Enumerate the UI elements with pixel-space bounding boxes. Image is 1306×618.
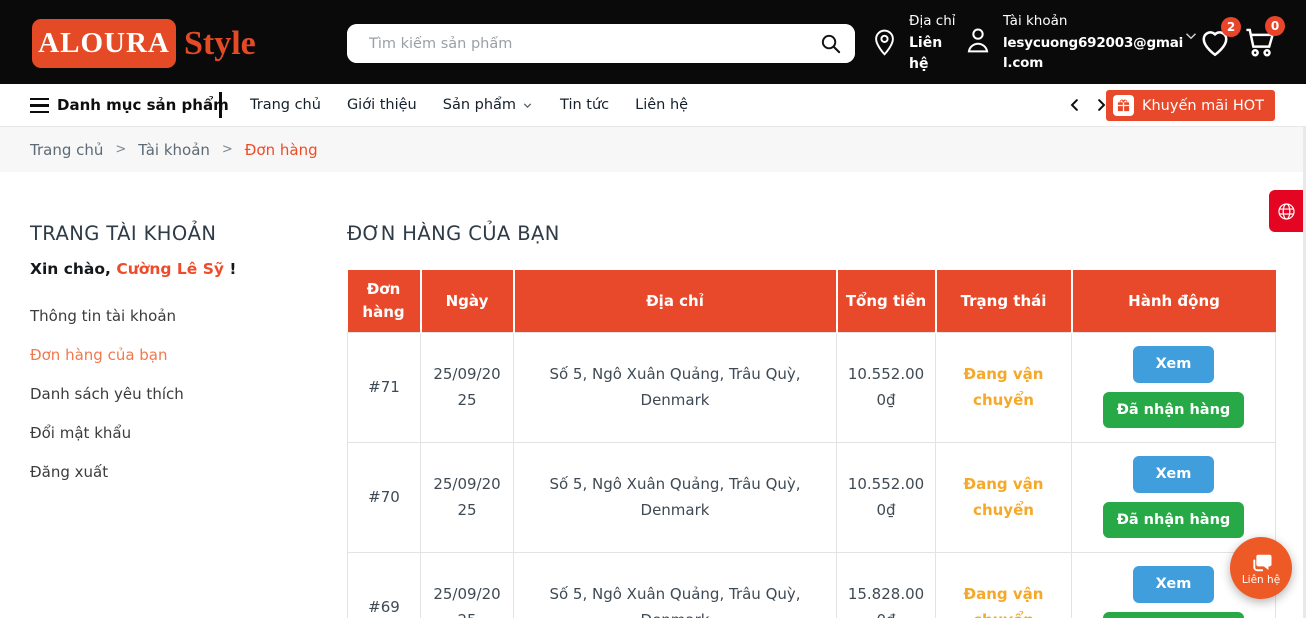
search-bar	[347, 24, 855, 63]
sidebar-item-account-info[interactable]: Thông tin tài khoản	[30, 307, 330, 325]
globe-icon	[1276, 201, 1297, 222]
contact-text: Địa chỉ Liên hệ	[909, 13, 956, 75]
breadcrumb: Trang chủ > Tài khoản > Đơn hàng	[0, 127, 1306, 172]
order-address: Số 5, Ngô Xuân Quảng, Trâu Quỳ, Denmark	[514, 552, 837, 618]
sidebar-menu: Thông tin tài khoản Đơn hàng của bạn Dan…	[30, 307, 330, 481]
view-order-button[interactable]: Xem	[1133, 566, 1215, 603]
order-id: #69	[348, 552, 421, 618]
breadcrumb-separator: >	[222, 142, 233, 157]
col-header-actions: Hành động	[1072, 270, 1276, 332]
orders-table-header-row: Đơn hàng Ngày Địa chỉ Tổng tiền Trạng th…	[348, 270, 1276, 332]
greeting-username: Cường Lê Sỹ	[116, 260, 224, 278]
col-header-order-id: Đơn hàng	[348, 270, 421, 332]
user-icon	[962, 24, 994, 56]
cart-count-badge: 0	[1265, 16, 1285, 36]
account-sidebar: TRANG TÀI KHOẢN Xin chào, Cường Lê Sỹ ! …	[30, 222, 330, 502]
sidebar-item-wishlist[interactable]: Danh sách yêu thích	[30, 385, 330, 403]
logo-secondary: Style	[184, 25, 256, 63]
nav-prev-arrow[interactable]	[1066, 95, 1084, 119]
view-order-button[interactable]: Xem	[1133, 346, 1215, 383]
order-total: 10.552.000₫	[837, 332, 936, 442]
sidebar-greeting: Xin chào, Cường Lê Sỹ !	[30, 260, 330, 278]
col-header-total: Tổng tiền	[837, 270, 936, 332]
sidebar-item-your-orders[interactable]: Đơn hàng của bạn	[30, 346, 330, 364]
order-total: 10.552.000₫	[837, 442, 936, 552]
breadcrumb-current: Đơn hàng	[245, 141, 318, 159]
order-date: 25/09/2025	[421, 332, 514, 442]
breadcrumb-home[interactable]: Trang chủ	[30, 141, 103, 159]
promo-hot-button[interactable]: Khuyến mãi HOT	[1106, 90, 1275, 121]
order-row: #70 25/09/2025 Số 5, Ngô Xuân Quảng, Trâ…	[348, 442, 1276, 552]
orders-section: ĐƠN HÀNG CỦA BẠN Đơn hàng Ngày Địa chỉ T…	[347, 222, 1275, 618]
contact-label: Địa chỉ	[909, 13, 956, 29]
order-actions: Xem Đã nhận hàng	[1072, 442, 1276, 552]
received-order-button[interactable]: Đã nhận hàng	[1103, 392, 1245, 429]
order-row: #71 25/09/2025 Số 5, Ngô Xuân Quảng, Trâ…	[348, 332, 1276, 442]
language-switch-button[interactable]	[1269, 190, 1303, 232]
catalog-button[interactable]: Danh mục sản phẩm	[57, 96, 229, 114]
gift-icon	[1113, 95, 1134, 116]
sidebar-item-logout[interactable]: Đăng xuất	[30, 463, 330, 481]
top-header: ALOURA Style Địa chỉ Liên hệ Tài khoản l…	[0, 0, 1306, 84]
col-header-date: Ngày	[421, 270, 514, 332]
order-id: #70	[348, 442, 421, 552]
nav-divider	[219, 92, 222, 118]
account-email: lesycuong692003@gmail.com	[1003, 33, 1189, 74]
order-id: #71	[348, 332, 421, 442]
sidebar-item-change-password[interactable]: Đổi mật khẩu	[30, 424, 330, 442]
cart-button[interactable]: 0	[1241, 23, 1279, 63]
hamburger-menu-icon[interactable]	[30, 98, 49, 117]
orders-title: ĐƠN HÀNG CỦA BẠN	[347, 222, 1275, 246]
page: ALOURA Style Địa chỉ Liên hệ Tài khoản l…	[0, 0, 1306, 618]
order-row: #69 25/09/2025 Số 5, Ngô Xuân Quảng, Trâ…	[348, 552, 1276, 618]
account-label: Tài khoản	[1003, 13, 1189, 29]
sidebar-title: TRANG TÀI KHOẢN	[30, 222, 330, 246]
received-order-button[interactable]: Đã nhận hàng	[1103, 502, 1245, 539]
search-icon[interactable]	[819, 32, 842, 55]
order-status: Đang vận chuyển	[936, 332, 1072, 442]
store-contact-link[interactable]: Địa chỉ Liên hệ	[869, 13, 956, 75]
contact-fab[interactable]: Liên hệ	[1230, 537, 1292, 599]
promo-hot-label: Khuyến mãi HOT	[1142, 98, 1264, 114]
nav-item-home[interactable]: Trang chủ	[250, 97, 321, 113]
col-header-address: Địa chỉ	[514, 270, 837, 332]
nav-item-products-label: Sản phẩm	[443, 97, 516, 113]
nav-item-products[interactable]: Sản phẩm	[443, 97, 534, 113]
wishlist-count-badge: 2	[1221, 17, 1241, 37]
nav-item-news[interactable]: Tin tức	[560, 97, 609, 113]
order-total: 15.828.000₫	[837, 552, 936, 618]
order-address: Số 5, Ngô Xuân Quảng, Trâu Quỳ, Denmark	[514, 442, 837, 552]
order-actions: Xem Đã nhận hàng	[1072, 332, 1276, 442]
nav-menu: Trang chủ Giới thiệu Sản phẩm Tin tức Li…	[250, 84, 688, 126]
contact-strong: Liên hệ	[909, 33, 951, 75]
order-date: 25/09/2025	[421, 442, 514, 552]
account-text: Tài khoản lesycuong692003@gmail.com	[1003, 13, 1189, 74]
nav-item-about[interactable]: Giới thiệu	[347, 97, 417, 113]
chat-icon	[1248, 550, 1275, 577]
location-pin-icon	[869, 24, 900, 60]
order-address: Số 5, Ngô Xuân Quảng, Trâu Quỳ, Denmark	[514, 332, 837, 442]
search-input[interactable]	[347, 24, 855, 63]
chevron-down-icon	[521, 99, 534, 112]
nav-item-contact[interactable]: Liên hệ	[635, 97, 688, 113]
orders-table: Đơn hàng Ngày Địa chỉ Tổng tiền Trạng th…	[347, 270, 1276, 618]
main-nav: Danh mục sản phẩm Trang chủ Giới thiệu S…	[0, 84, 1306, 127]
account-menu[interactable]: Tài khoản lesycuong692003@gmail.com	[962, 13, 1189, 74]
contact-fab-label: Liên hệ	[1242, 574, 1280, 586]
breadcrumb-separator: >	[115, 142, 126, 157]
logo-primary: ALOURA	[32, 19, 176, 68]
greeting-prefix: Xin chào,	[30, 260, 111, 278]
wishlist-button[interactable]: 2	[1197, 24, 1235, 64]
breadcrumb-account[interactable]: Tài khoản	[138, 141, 210, 159]
col-header-status: Trạng thái	[936, 270, 1072, 332]
received-order-button[interactable]: Đã nhận hàng	[1103, 612, 1245, 618]
order-status: Đang vận chuyển	[936, 442, 1072, 552]
order-date: 25/09/2025	[421, 552, 514, 618]
logo[interactable]: ALOURA Style	[32, 19, 256, 68]
order-status: Đang vận chuyển	[936, 552, 1072, 618]
view-order-button[interactable]: Xem	[1133, 456, 1215, 493]
greeting-suffix: !	[229, 260, 236, 278]
